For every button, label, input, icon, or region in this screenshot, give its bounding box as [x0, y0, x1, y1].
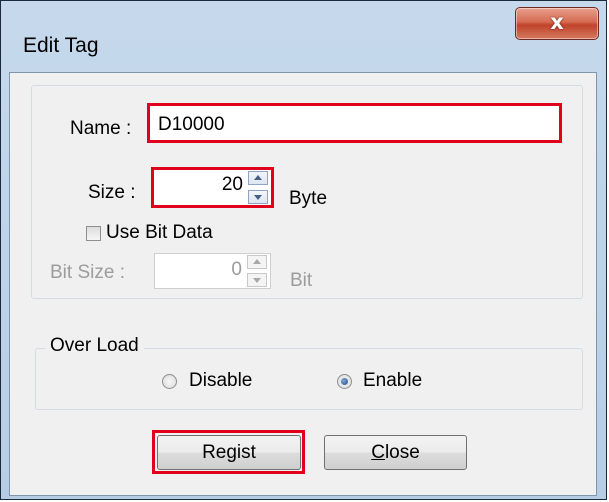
size-up-arrow-icon[interactable] — [248, 171, 268, 185]
close-icon: x — [550, 10, 564, 34]
size-value: 20 — [221, 174, 243, 195]
use-bit-data-label: Use Bit Data — [106, 222, 213, 243]
bit-size-value: 0 — [231, 259, 242, 280]
close-button[interactable]: Close — [324, 435, 467, 470]
bit-size-spinner[interactable]: 0 — [154, 253, 271, 289]
disable-radio[interactable] — [162, 374, 177, 389]
close-window-button[interactable]: x — [515, 7, 599, 40]
window-title: Edit Tag — [23, 34, 99, 57]
regist-button-label: Regist — [202, 442, 256, 463]
bit-size-down-arrow-icon[interactable] — [247, 273, 267, 287]
regist-button[interactable]: Regist — [157, 435, 301, 470]
over-load-legend: Over Load — [45, 335, 144, 357]
over-load-group — [35, 348, 583, 410]
close-button-mnemonic: C — [371, 442, 385, 463]
disable-label: Disable — [189, 370, 253, 391]
enable-label: Enable — [363, 370, 423, 391]
bit-size-unit: Bit — [290, 270, 313, 291]
size-down-arrow-icon[interactable] — [248, 190, 268, 204]
name-value: D10000 — [158, 114, 225, 135]
close-button-label: lose — [384, 442, 420, 463]
enable-radio[interactable] — [337, 374, 352, 389]
name-label: Name : — [70, 118, 132, 139]
use-bit-data-checkbox[interactable] — [86, 226, 101, 241]
size-unit: Byte — [289, 188, 328, 209]
name-input[interactable]: D10000 — [147, 103, 562, 143]
size-label: Size : — [88, 182, 136, 203]
title-bar[interactable]: Edit Tag x — [1, 1, 606, 81]
bit-size-label: Bit Size : — [50, 262, 125, 283]
bit-size-up-arrow-icon[interactable] — [247, 255, 267, 269]
size-spinner[interactable]: 20 — [151, 167, 274, 208]
